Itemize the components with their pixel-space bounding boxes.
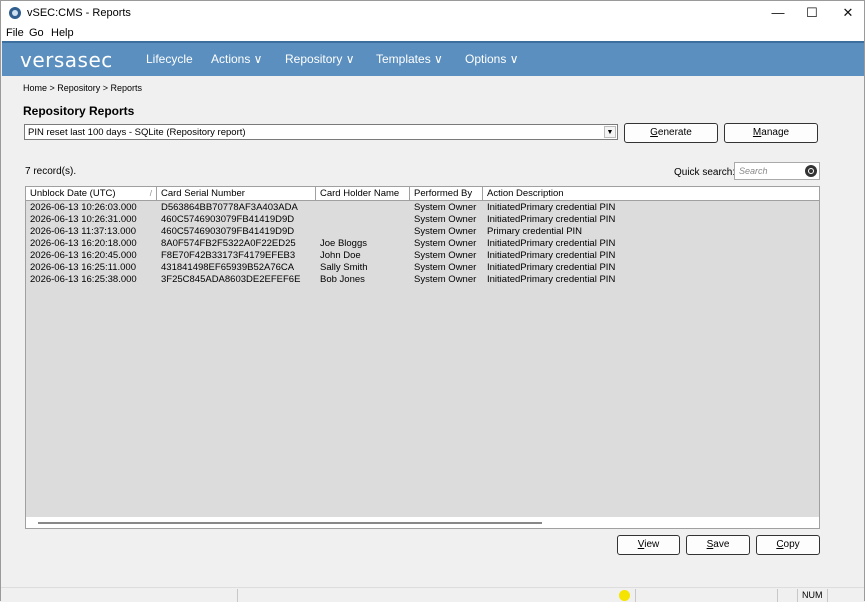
report-select[interactable]: PIN reset last 100 days - SQLite (Reposi… [24, 124, 618, 140]
cell-card-holder: Bob Jones [320, 274, 365, 285]
quick-search-input[interactable]: Search [734, 162, 820, 180]
nav-templates[interactable]: Templates ∨ [376, 52, 443, 66]
cell-performed-by: System Owner [414, 238, 477, 249]
top-navigation: versasec Lifecycle Actions ∨ Repository … [2, 41, 864, 76]
close-button[interactable]: ✕ [830, 3, 865, 23]
generate-button[interactable]: Generate [624, 123, 718, 143]
minimize-button[interactable]: — [760, 3, 796, 23]
cell-card-holder: Joe Bloggs [320, 238, 368, 249]
maximize-button[interactable]: ☐ [794, 3, 830, 23]
cell-unblock-date: 2026-06-13 10:26:31.000 [30, 214, 137, 225]
table-row[interactable]: 2026-06-13 16:25:11.000 431841498EF65939B… [26, 262, 819, 274]
report-table[interactable]: Unblock Date (UTC) / Card Serial Number C… [25, 186, 820, 529]
app-icon [9, 7, 21, 19]
cell-card-serial: 8A0F574FB2F5322A0F22ED25 [161, 238, 296, 249]
cell-performed-by: System Owner [414, 214, 477, 225]
versasec-logo[interactable]: versasec [20, 48, 113, 72]
menu-bar: File Go Help [1, 25, 864, 41]
cell-performed-by: System Owner [414, 250, 477, 261]
cell-card-serial: F8E70F42B33173F4179EFEB3 [161, 250, 296, 261]
column-header-action-description[interactable]: Action Description [483, 187, 819, 200]
nav-options[interactable]: Options ∨ [465, 52, 518, 66]
records-count: 7 record(s). [25, 166, 77, 177]
cell-card-serial: 3F25C845ADA8603DE2EFEF6E [161, 274, 301, 285]
status-panel [797, 589, 798, 602]
table-row[interactable]: 2026-06-13 16:20:18.000 8A0F574FB2F5322A0… [26, 238, 819, 250]
cell-performed-by: System Owner [414, 226, 477, 237]
view-button[interactable]: View [617, 535, 680, 555]
scrollbar-thumb[interactable] [38, 522, 542, 524]
menu-file[interactable]: File [6, 27, 24, 39]
status-panel [827, 589, 828, 602]
status-panel [635, 589, 636, 602]
breadcrumb: Home > Repository > Reports [23, 83, 143, 93]
status-panel [777, 589, 778, 602]
table-row[interactable]: 2026-06-13 11:37:13.000 460C5746903079FB4… [26, 226, 819, 238]
quick-search-label: Quick search: [674, 167, 736, 178]
window-title: vSEC:CMS - Reports [27, 7, 131, 19]
search-icon[interactable] [805, 165, 817, 177]
status-panel [237, 589, 238, 602]
cell-performed-by: System Owner [414, 274, 477, 285]
column-header-card-holder[interactable]: Card Holder Name [316, 187, 410, 200]
table-row[interactable]: 2026-06-13 10:26:03.000 D563864BB70778AF3… [26, 202, 819, 214]
cell-performed-by: System Owner [414, 262, 477, 273]
horizontal-scrollbar[interactable] [26, 517, 819, 528]
cell-performed-by: System Owner [414, 202, 477, 213]
cell-action-description: InitiatedPrimary credential PIN [487, 214, 616, 225]
cell-unblock-date: 2026-06-13 16:25:38.000 [30, 274, 137, 285]
table-row[interactable]: 2026-06-13 16:20:45.000 F8E70F42B33173F41… [26, 250, 819, 262]
column-header-card-serial[interactable]: Card Serial Number [157, 187, 316, 200]
copy-button[interactable]: Copy [756, 535, 820, 555]
menu-help[interactable]: Help [51, 27, 74, 39]
cell-action-description: InitiatedPrimary credential PIN [487, 274, 616, 285]
nav-repository[interactable]: Repository ∨ [285, 52, 354, 66]
cell-action-description: InitiatedPrimary credential PIN [487, 262, 616, 273]
nav-lifecycle[interactable]: Lifecycle [146, 52, 193, 66]
num-lock-indicator: NUM [802, 590, 823, 600]
menu-go[interactable]: Go [29, 27, 44, 39]
cell-card-holder: John Doe [320, 250, 361, 261]
cursor-highlight [619, 590, 630, 601]
cell-action-description: InitiatedPrimary credential PIN [487, 250, 616, 261]
cell-unblock-date: 2026-06-13 16:20:18.000 [30, 238, 137, 249]
table-row[interactable]: 2026-06-13 16:25:38.000 3F25C845ADA8603DE… [26, 274, 819, 286]
table-row[interactable]: 2026-06-13 10:26:31.000 460C5746903079FB4… [26, 214, 819, 226]
title-bar: vSEC:CMS - Reports — ☐ ✕ [1, 1, 864, 25]
cell-unblock-date: 2026-06-13 16:20:45.000 [30, 250, 137, 261]
cell-unblock-date: 2026-06-13 16:25:11.000 [30, 262, 136, 273]
cell-action-description: Primary credential PIN [487, 226, 583, 237]
column-header-performed-by[interactable]: Performed By [410, 187, 483, 200]
dropdown-arrow-icon[interactable]: ▼ [604, 126, 616, 138]
manage-button[interactable]: Manage [724, 123, 818, 143]
cell-unblock-date: 2026-06-13 10:26:03.000 [30, 202, 137, 213]
report-select-value: PIN reset last 100 days - SQLite (Reposi… [28, 127, 246, 138]
column-header-unblock-date[interactable]: Unblock Date (UTC) / [26, 187, 157, 200]
cell-card-serial: 431841498EF65939B52A76CA [161, 262, 295, 273]
page-title: Repository Reports [23, 104, 135, 118]
cell-card-holder: Sally Smith [320, 262, 368, 273]
quick-search-placeholder: Search [739, 166, 768, 176]
cell-card-serial: 460C5746903079FB41419D9D [161, 214, 295, 225]
sort-indicator-icon: / [149, 189, 152, 198]
cell-unblock-date: 2026-06-13 11:37:13.000 [30, 226, 136, 237]
app-window: vSEC:CMS - Reports — ☐ ✕ File Go Help ve… [0, 0, 865, 602]
cell-action-description: InitiatedPrimary credential PIN [487, 202, 616, 213]
cell-action-description: InitiatedPrimary credential PIN [487, 238, 616, 249]
cell-card-serial: D563864BB70778AF3A403ADA [161, 202, 298, 213]
save-button[interactable]: Save [686, 535, 750, 555]
cell-card-serial: 460C5746903079FB41419D9D [161, 226, 295, 237]
nav-actions[interactable]: Actions ∨ [211, 52, 262, 66]
status-bar: NUM [1, 587, 864, 602]
table-header: Unblock Date (UTC) / Card Serial Number C… [26, 187, 819, 201]
